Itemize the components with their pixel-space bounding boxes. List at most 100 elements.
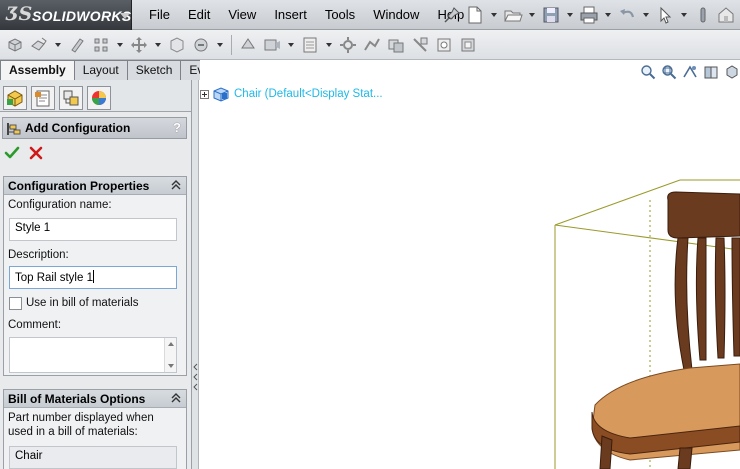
zoom-to-area-icon[interactable] [661,64,677,80]
comment-textarea[interactable] [9,337,177,373]
select-icon[interactable] [655,5,675,25]
pin-icon[interactable] [442,5,462,25]
description-value: Top Rail style 1 [15,272,93,284]
save-icon[interactable] [541,5,561,25]
scroll-up-icon[interactable] [168,342,174,346]
exploded-view-icon[interactable] [337,34,359,56]
cancel-x-icon[interactable] [28,145,44,161]
description-label: Description: [8,249,69,261]
menu-tools[interactable]: Tools [316,0,364,30]
insert-components-icon[interactable] [4,34,26,56]
expand-plus-icon[interactable] [200,89,209,99]
tree-item-chair[interactable]: Chair (Default<Display Stat... [234,88,383,100]
scroll-down-icon[interactable] [168,364,174,368]
configuration-manager-tab-icon[interactable] [59,85,83,110]
description-input[interactable]: Top Rail style 1 [9,266,177,289]
file-properties-icon[interactable] [716,5,736,25]
show-hidden-icon[interactable] [166,34,188,56]
configuration-name-value: Style 1 [15,222,51,234]
part-number-field[interactable]: Chair [9,446,177,469]
mate-icon[interactable] [28,34,50,56]
graphics-area[interactable]: Chair (Default<Display Stat... [200,60,740,469]
new-dropdown-icon[interactable] [491,13,497,17]
previous-view-icon[interactable] [682,64,698,80]
command-manager-toolbar [0,30,740,60]
chair-back-post[interactable] [674,237,693,371]
assembly-features-icon[interactable] [190,34,212,56]
undo-dropdown-icon[interactable] [643,13,649,17]
chair-spindle[interactable] [695,237,707,361]
chair-leg[interactable] [677,447,693,469]
print-icon[interactable] [579,5,599,25]
hole-alignment-icon[interactable] [433,34,455,56]
chair-spindle[interactable] [731,237,740,357]
linear-pattern-icon[interactable] [66,34,88,56]
move-component-icon[interactable] [128,34,150,56]
mate-dropdown-icon[interactable] [55,42,61,47]
property-manager-tab-icon[interactable] [31,85,55,110]
pattern-dropdown-icon[interactable] [117,42,123,47]
new-motion-study-icon[interactable] [261,34,283,56]
use-in-bom-checkbox[interactable] [9,297,22,310]
menu-file[interactable]: File [140,0,179,30]
rebuild-icon[interactable] [693,5,713,25]
bom-options-header[interactable]: Bill of Materials Options [4,390,186,408]
reference-geometry-icon[interactable] [237,34,259,56]
smart-fasteners-icon[interactable] [90,34,112,56]
property-manager-header: Add Configuration ? [2,117,187,139]
collapse-chevron-icon[interactable] [171,393,181,403]
menu-insert[interactable]: Insert [265,0,316,30]
panel-splitter[interactable] [192,80,199,469]
view-orientation-icon[interactable] [724,64,740,80]
select-dropdown-icon[interactable] [681,13,687,17]
ok-cancel-row [4,145,44,161]
chair-spindle[interactable] [714,237,726,359]
features-dropdown-icon[interactable] [217,42,223,47]
help-icon[interactable]: ? [173,120,181,135]
zoom-to-fit-icon[interactable] [640,64,656,80]
section-view-icon[interactable] [703,64,719,80]
motion-dropdown-icon[interactable] [288,42,294,47]
display-manager-tab-icon[interactable] [87,85,111,110]
move-dropdown-icon[interactable] [155,42,161,47]
chair-top-rail[interactable] [667,191,740,239]
comment-label: Comment: [8,319,62,331]
comment-scrollbar[interactable] [164,338,176,372]
property-manager-title: Add Configuration [25,121,131,135]
chair-leg[interactable] [599,435,613,469]
instant3d-icon[interactable] [457,34,479,56]
clearance-verification-icon[interactable] [409,34,431,56]
interference-detection-icon[interactable] [385,34,407,56]
undo-icon[interactable] [617,5,637,25]
save-dropdown-icon[interactable] [567,13,573,17]
splitter-grip-icon[interactable] [193,362,198,396]
open-dropdown-icon[interactable] [529,13,535,17]
app-name: SOLIDWORKS [32,8,132,24]
ds-logo-mark: ƷS [6,3,33,25]
menu-edit[interactable]: Edit [179,0,219,30]
toolbar-separator [231,34,232,55]
configuration-name-input[interactable]: Style 1 [9,218,177,241]
collapse-chevron-icon[interactable] [171,180,181,190]
chair-model-viewport[interactable] [200,60,740,469]
open-folder-icon[interactable] [503,5,523,25]
menu-window[interactable]: Window [364,0,428,30]
print-dropdown-icon[interactable] [605,13,611,17]
feature-tree-flyout: Chair (Default<Display Stat... [200,86,383,102]
bom-options-group: Bill of Materials Options Part number di… [3,389,187,469]
tab-layout[interactable]: Layout [73,60,128,80]
feature-manager-tab-icon[interactable] [3,85,27,110]
tab-sketch[interactable]: Sketch [126,60,182,80]
bom-options-title: Bill of Materials Options [8,392,146,406]
part-number-label-line1: Part number displayed when [8,412,154,424]
new-document-icon[interactable] [465,5,485,25]
bom-dropdown-icon[interactable] [326,42,332,47]
bill-of-materials-icon[interactable] [299,34,321,56]
menu-view[interactable]: View [219,0,265,30]
solidworks-logo[interactable]: ƷS SOLIDWORKS [0,0,132,30]
explode-line-sketch-icon[interactable] [361,34,383,56]
configuration-name-label: Configuration name: [8,199,112,211]
ok-checkmark-icon[interactable] [4,145,20,161]
configuration-properties-header[interactable]: Configuration Properties [4,177,186,195]
tab-assembly[interactable]: Assembly [0,60,75,80]
